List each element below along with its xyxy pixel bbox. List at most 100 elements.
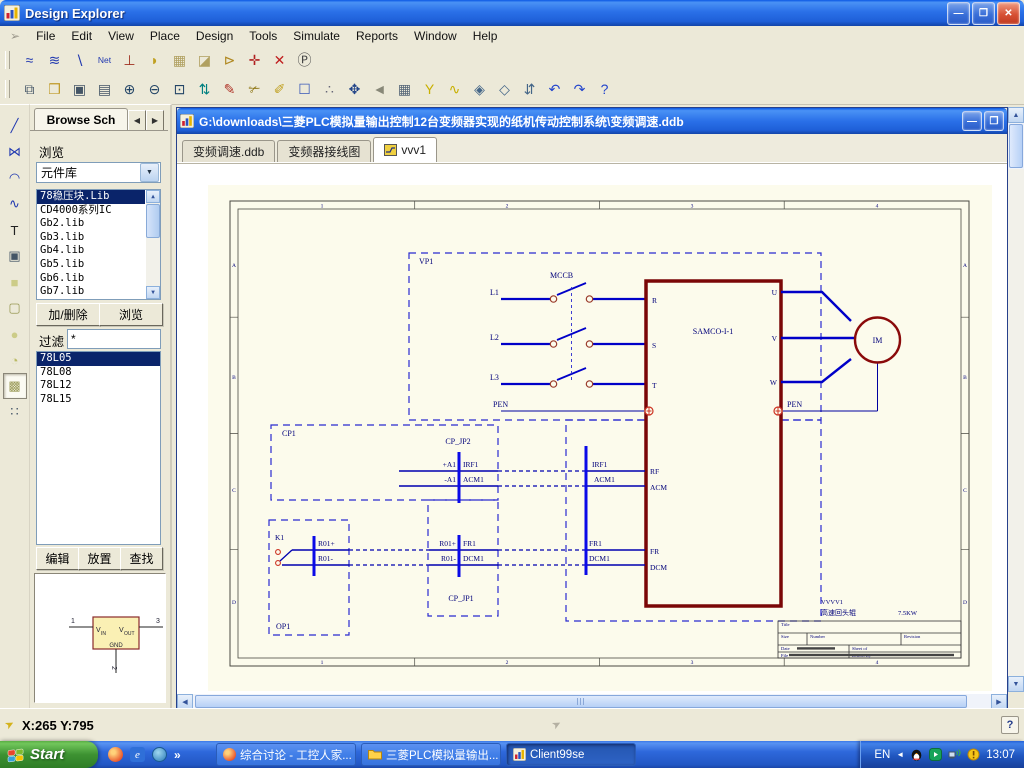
zoom-in-icon[interactable]: ⊕ (117, 77, 142, 101)
sheet-symbol-tool-icon[interactable]: ▦ (167, 48, 192, 72)
knife-tool-icon[interactable]: ✃ (242, 77, 267, 101)
zoom-out-icon[interactable]: ⊖ (142, 77, 167, 101)
pcb-rule-tool-icon[interactable]: Ⓟ (292, 48, 317, 72)
redo-icon[interactable]: ↷ (567, 77, 592, 101)
clock[interactable]: 13:07 (986, 749, 1015, 761)
net-label-tool-icon[interactable]: Net (92, 48, 117, 72)
internet-explorer-quicklaunch-icon[interactable]: e (130, 747, 145, 762)
rectangle-tool-icon[interactable]: ■ (3, 269, 27, 295)
shield-search-tool-icon[interactable]: ◇ (492, 77, 517, 101)
bus-tool-icon[interactable]: ≋ (42, 48, 67, 72)
deselect-all-icon[interactable]: ∴ (317, 77, 342, 101)
op1-label[interactable]: OP1 (276, 622, 290, 631)
inverter-label[interactable]: SAMCO-I-1 (693, 327, 733, 336)
library-list-item[interactable]: Gb2.lib (37, 217, 145, 231)
component-list-item[interactable]: 78L08 (37, 366, 160, 380)
print-icon[interactable]: ▤ (92, 77, 117, 101)
signal-probe-icon[interactable]: ⇵ (517, 77, 542, 101)
component-list-item[interactable]: 78L05 (37, 352, 160, 366)
port-tool-icon[interactable]: ⊳ (217, 48, 242, 72)
select-area-icon[interactable]: ☐ (292, 77, 317, 101)
array-tool-icon[interactable]: ∷ (3, 399, 27, 425)
vertical-scrollbar[interactable]: ▲ ▼ (1008, 107, 1024, 692)
undo-icon[interactable]: ↶ (542, 77, 567, 101)
document-restore-button[interactable]: ❐ (984, 111, 1004, 131)
r01m-cp-label[interactable]: R01- (441, 554, 457, 563)
tab-design-database[interactable]: 变频调速.ddb (182, 140, 275, 162)
scroll-down-icon[interactable]: ▼ (1008, 676, 1024, 692)
scrollbar-track[interactable] (1008, 169, 1024, 676)
menu-item[interactable]: Window (406, 27, 465, 45)
restore-button[interactable]: ❐ (972, 2, 995, 25)
toolbar-grip[interactable] (5, 80, 10, 98)
panel-tab-prev-button[interactable]: ◀ (128, 110, 146, 131)
place-component-button[interactable]: 放置 (78, 547, 121, 570)
mccb-label[interactable]: MCCB (550, 271, 573, 280)
dcm1-cp-label[interactable]: DCM1 (463, 554, 484, 563)
scroll-up-icon[interactable]: ▲ (1008, 107, 1024, 123)
graphic-tool-icon[interactable]: ▩ (3, 373, 27, 399)
browse-mode-combobox[interactable]: 元件库 ▼ (36, 162, 161, 183)
dcm1-inv-label[interactable]: DCM1 (589, 554, 610, 563)
annotation-ref[interactable]: VVVV1 (821, 599, 843, 606)
scrollbar-thumb[interactable] (146, 204, 160, 238)
l2-label[interactable]: L2 (490, 333, 499, 342)
library-list-item[interactable]: Gb4.lib (37, 244, 145, 258)
alert-icon[interactable] (967, 748, 980, 761)
no-erc-tool-icon[interactable]: ✕ (267, 48, 292, 72)
shield-tool-icon[interactable]: ◈ (467, 77, 492, 101)
cross-probe-icon[interactable]: ⇅ (192, 77, 217, 101)
round-rect-tool-icon[interactable]: ▢ (3, 295, 27, 321)
l3-label[interactable]: L3 (490, 373, 499, 382)
menu-item[interactable]: Simulate (285, 27, 348, 45)
menu-item[interactable]: File (28, 27, 63, 45)
tab-vvv1-schematic[interactable]: vvv1 (373, 137, 437, 162)
cp1-label[interactable]: CP1 (282, 429, 296, 438)
menu-item[interactable]: Edit (63, 27, 100, 45)
cp-jp2-label[interactable]: CP_JP2 (445, 437, 470, 446)
find-component-button[interactable]: 查找 (120, 547, 163, 570)
context-help-button[interactable]: ? (1001, 716, 1019, 734)
filter-input[interactable] (67, 329, 161, 349)
add-remove-library-button[interactable]: 加/删除 (36, 303, 100, 326)
r01p-op-label[interactable]: R01+ (318, 539, 335, 548)
annotation-power[interactable]: 7.5KW (898, 610, 918, 617)
motor-label[interactable]: IM (873, 336, 883, 345)
help-icon[interactable]: ? (592, 77, 617, 101)
library-list-scrollbar[interactable]: ▲ ▼ (146, 190, 160, 299)
acm1-cp-label[interactable]: ACM1 (463, 475, 484, 484)
tab-wiring-diagram[interactable]: 变频器接线图 (277, 140, 371, 162)
bezier-tool-icon[interactable]: ∿ (3, 191, 27, 217)
component-list-item[interactable]: 78L15 (37, 393, 160, 407)
title-bar[interactable]: Design Explorer — ❐ ✕ (0, 0, 1024, 26)
run-simulation-icon[interactable]: ∿ (442, 77, 467, 101)
quicklaunch-overflow-chevron[interactable]: » (174, 748, 181, 762)
library-list-item[interactable]: 78稳压块.Lib (37, 190, 145, 204)
pie-tool-icon[interactable]: ◔ (3, 347, 27, 373)
wire-tool-icon[interactable]: ≈ (17, 48, 42, 72)
irf1-cp-label[interactable]: IRF1 (463, 460, 479, 469)
media-player-icon[interactable] (929, 748, 942, 761)
arc-tool-icon[interactable]: ◠ (3, 165, 27, 191)
netlist-icon[interactable]: ▦ (392, 77, 417, 101)
r01p-cp-label[interactable]: R01+ (439, 539, 456, 548)
design-explorer-toggle-icon[interactable]: ⧉ (17, 77, 42, 101)
browser-globe-quicklaunch-icon[interactable] (152, 747, 167, 762)
menu-item[interactable]: Place (142, 27, 188, 45)
sheet-entry-tool-icon[interactable]: ◪ (192, 48, 217, 72)
library-list-item[interactable]: Gb7.lib (37, 285, 145, 299)
menu-item[interactable]: Help (465, 27, 506, 45)
save-document-icon[interactable]: ▣ (67, 77, 92, 101)
plus-a1-label[interactable]: +A1 (443, 460, 457, 469)
bus-entry-tool-icon[interactable]: ∖ (67, 48, 92, 72)
marker-tool-icon[interactable]: ✎ (217, 77, 242, 101)
scrollbar-thumb[interactable] (1009, 124, 1023, 168)
document-minimize-button[interactable]: — (962, 111, 982, 131)
ellipse-tool-icon[interactable]: ● (3, 321, 27, 347)
open-document-icon[interactable]: ❒ (42, 77, 67, 101)
r01m-op-label[interactable]: R01- (318, 554, 334, 563)
taskbar-task-forum[interactable]: 综合讨论 - 工控人家... (216, 743, 356, 766)
pen-in-label[interactable]: PEN (493, 400, 508, 409)
schematic-canvas[interactable]: 1 2 3 4 1 2 3 4 A B C D A B C D (177, 164, 1007, 694)
scrollbar-thumb[interactable] (195, 695, 967, 708)
